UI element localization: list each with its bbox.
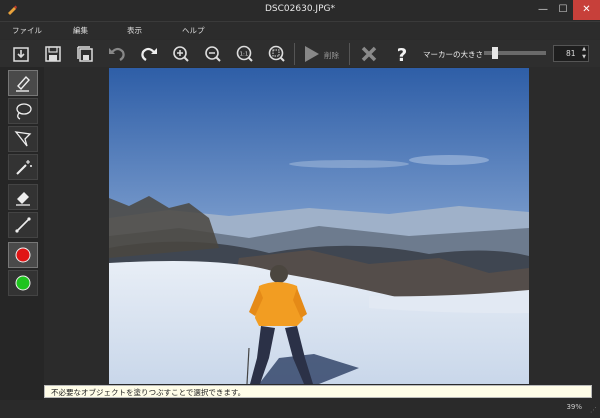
zoom-in-icon[interactable] (170, 43, 192, 65)
fit-window-icon[interactable] (266, 43, 288, 65)
marker-size-value: 81 (566, 49, 576, 58)
help-icon[interactable]: ? (391, 43, 413, 66)
toolbar-divider (294, 43, 295, 65)
actual-size-icon[interactable]: 1:1 (234, 43, 256, 65)
menu-edit[interactable]: 編集 (73, 25, 88, 36)
menu-bar: ファイル 編集 表示 ヘルプ (0, 22, 600, 39)
chevron-up-icon[interactable]: ▲ (582, 46, 586, 52)
cancel-icon[interactable] (358, 43, 380, 65)
undo-icon[interactable] (106, 43, 128, 65)
open-icon[interactable] (10, 43, 32, 65)
line-icon (15, 217, 31, 233)
toolbar: 1:1 削除 ? マーカーの大きさ 81 ▲ ▼ (0, 40, 600, 68)
redo-icon[interactable] (138, 43, 160, 65)
line-tool-button[interactable] (8, 212, 38, 238)
chevron-down-icon[interactable]: ▼ (582, 54, 586, 60)
run-delete-icon[interactable] (300, 43, 322, 65)
marker-size-label: マーカーの大きさ (423, 50, 483, 59)
marker-size-slider[interactable] (484, 47, 546, 59)
save-icon[interactable] (42, 43, 64, 65)
svg-text:?: ? (397, 45, 407, 65)
maximize-button[interactable]: ☐ (554, 0, 572, 20)
zoom-level: 39% (566, 403, 582, 411)
minimize-button[interactable]: — (533, 0, 553, 20)
delete-label[interactable]: 削除 (324, 50, 339, 61)
polygon-lasso-tool-button[interactable] (8, 126, 38, 152)
menu-view[interactable]: 表示 (127, 25, 142, 36)
toolbar-divider (349, 43, 350, 65)
tool-palette (0, 67, 44, 402)
title-bar: DSC02630.JPG* — ☐ ✕ (0, 0, 600, 22)
marker-icon (16, 75, 30, 92)
lasso-tool-button[interactable] (8, 98, 38, 124)
red-circle-icon (15, 247, 31, 263)
window-title: DSC02630.JPG* (265, 4, 335, 14)
resize-grip-icon: ⋰ (590, 406, 597, 414)
marker-size-field[interactable]: 81 ▲ ▼ (553, 45, 589, 62)
marker-tool-button[interactable] (8, 70, 38, 96)
zoom-out-icon[interactable] (202, 43, 224, 65)
svg-text:1:1: 1:1 (240, 52, 249, 58)
eraser-tool-button[interactable] (8, 184, 38, 210)
polygon-lasso-icon (14, 131, 32, 147)
lasso-icon (16, 103, 32, 120)
menu-file[interactable]: ファイル (12, 25, 42, 36)
snow-landscape-photo (109, 68, 529, 384)
status-bar: 39% ⋰ (0, 400, 600, 418)
eraser-icon (16, 192, 30, 206)
menu-help[interactable]: ヘルプ (182, 25, 205, 36)
green-circle-icon (15, 275, 31, 291)
close-button[interactable]: ✕ (573, 0, 600, 20)
save-as-icon[interactable] (74, 43, 96, 65)
slider-thumb[interactable] (492, 47, 499, 59)
magic-wand-icon (16, 160, 32, 175)
green-color-button[interactable] (8, 270, 38, 296)
photo-canvas[interactable] (109, 68, 529, 384)
hint-bar: 不必要なオブジェクトを塗りつぶすことで選択できます。 (44, 385, 592, 398)
magic-wand-tool-button[interactable] (8, 154, 38, 180)
red-color-button[interactable] (8, 242, 38, 268)
